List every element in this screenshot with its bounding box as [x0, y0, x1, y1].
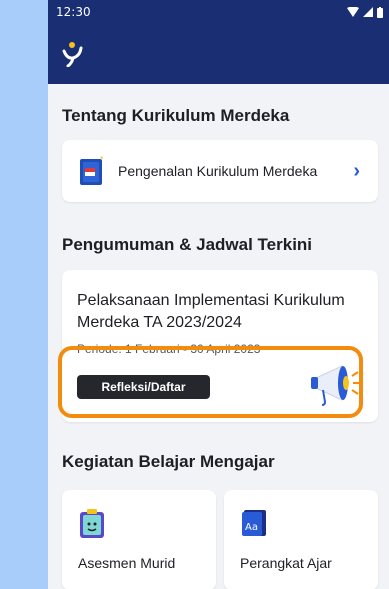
svg-text:Aa: Aa — [245, 522, 258, 533]
about-card-label: Pengenalan Kurikulum Merdeka — [118, 163, 318, 179]
tile-perangkat-ajar-label: Perangkat Ajar — [240, 555, 332, 571]
about-card[interactable]: Pengenalan Kurikulum Merdeka › — [62, 140, 378, 202]
phone-screen: 12:30 Tentang Kurikulum Merdeka Pengenal… — [48, 0, 389, 589]
book-icon — [80, 156, 103, 185]
status-time: 12:30 — [56, 5, 91, 19]
status-bar: 12:30 — [48, 0, 389, 24]
section-title-activities: Kegiatan Belajar Mengajar — [62, 452, 275, 471]
chevron-right-icon: › — [353, 159, 360, 182]
textbook-icon: Aa — [242, 510, 266, 536]
tile-asesmen-murid[interactable]: Asesmen Murid — [62, 490, 216, 589]
announcement-title: Pelaksanaan Implementasi Kurikulum Merde… — [77, 292, 345, 331]
clipboard-icon — [80, 509, 104, 538]
status-icons — [347, 6, 383, 18]
section-title-announcements: Pengumuman & Jadwal Terkini — [62, 235, 313, 254]
tile-perangkat-ajar[interactable]: Aa Perangkat Ajar — [224, 490, 378, 589]
wifi-icon — [347, 7, 359, 17]
merdeka-logo-icon — [62, 42, 83, 67]
section-title-about: Tentang Kurikulum Merdeka — [62, 106, 290, 125]
app-bar — [48, 24, 389, 84]
tile-asesmen-murid-label: Asesmen Murid — [78, 555, 176, 571]
signal-icon — [363, 7, 373, 17]
battery-icon — [377, 6, 383, 18]
highlight-frame — [58, 346, 363, 418]
